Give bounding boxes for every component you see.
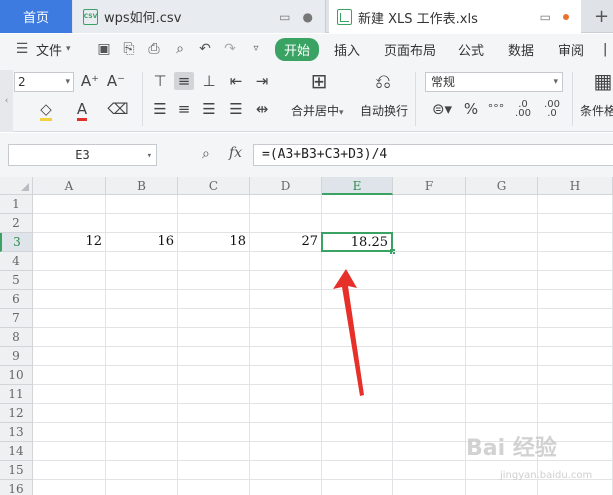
red-arrow-shape [333, 269, 364, 396]
red-annotation-arrow [333, 269, 364, 396]
